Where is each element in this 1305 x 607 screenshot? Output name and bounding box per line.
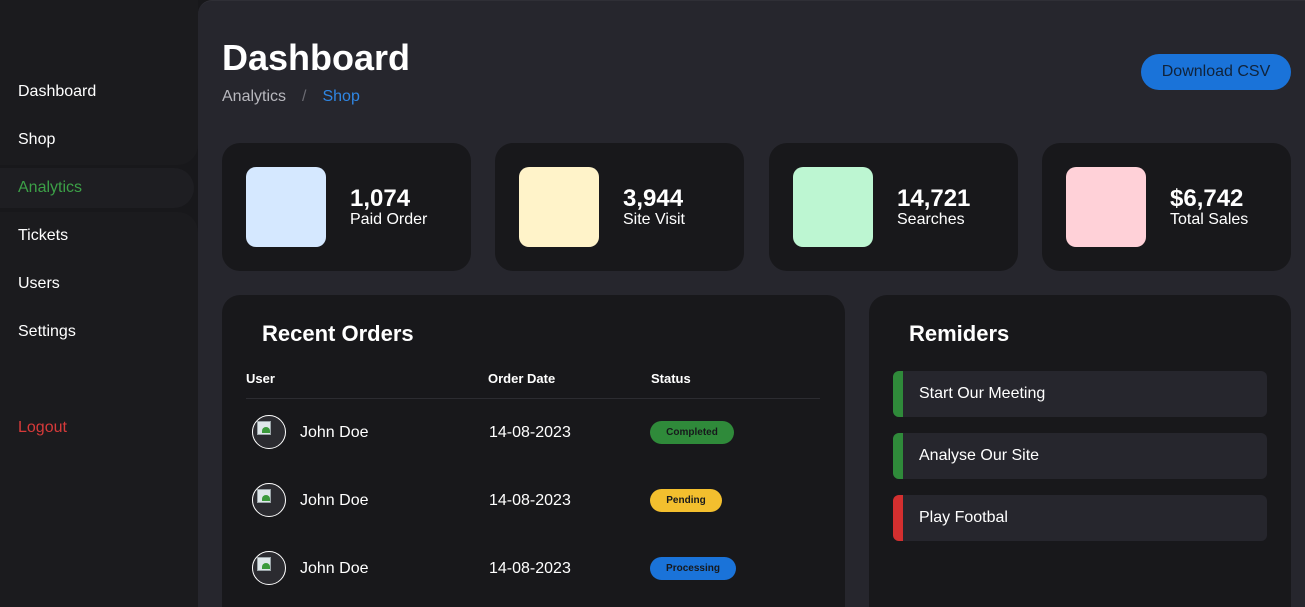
stat-card-site-visit: 3,944 Site Visit [495, 143, 744, 271]
status-badge: Processing [650, 557, 736, 580]
order-date: 14-08-2023 [489, 560, 571, 577]
recent-orders-panel: Recent Orders User Order Date Status Joh… [222, 295, 845, 607]
reminder-color-bar [893, 371, 903, 417]
table-row[interactable]: John Doe 14-08-2023 Completed [222, 415, 845, 475]
reminders-title: Remiders [909, 321, 1010, 346]
reminder-text: Play Footbal [919, 509, 1008, 526]
stat-card-searches: 14,721 Searches [769, 143, 1018, 271]
sidebar-item-analytics[interactable]: Analytics [0, 168, 194, 208]
avatar [252, 551, 286, 585]
stat-swatch [519, 167, 599, 247]
avatar [252, 483, 286, 517]
recent-orders-title: Recent Orders [262, 321, 414, 346]
page-title: Dashboard [222, 37, 411, 78]
column-header-order-date: Order Date [488, 371, 556, 386]
breadcrumb: Analytics / Shop [222, 88, 360, 106]
table-row[interactable]: John Doe 14-08-2023 Pending [222, 483, 845, 543]
sidebar-item-label: Settings [18, 323, 76, 340]
sidebar-item-shop[interactable]: Shop [0, 120, 198, 160]
reminders-panel: Remiders Start Our Meeting Analyse Our S… [869, 295, 1291, 607]
sidebar-item-label: Shop [18, 131, 56, 148]
table-divider [246, 398, 820, 399]
sidebar-item-label: Analytics [18, 179, 83, 196]
main-content: Dashboard Analytics / Shop Download CSV … [198, 0, 1305, 607]
sidebar-item-settings[interactable]: Settings [0, 312, 198, 352]
status-badge: Completed [650, 421, 734, 444]
stat-card-paid-order: 1,074 Paid Order [222, 143, 471, 271]
breadcrumb-analytics[interactable]: Analytics [222, 88, 286, 106]
reminder-item[interactable]: Start Our Meeting [893, 371, 1267, 417]
avatar [252, 415, 286, 449]
stat-value: 1,074 [350, 185, 411, 212]
sidebar-item-users[interactable]: Users [0, 264, 198, 304]
stat-card-total-sales: $6,742 Total Sales [1042, 143, 1291, 271]
sidebar-item-label: Dashboard [18, 83, 97, 100]
stat-label: Searches [897, 211, 965, 228]
stat-swatch [793, 167, 873, 247]
stat-label: Paid Order [350, 211, 428, 228]
sidebar-item-tickets[interactable]: Tickets [0, 216, 198, 256]
stat-value: 14,721 [897, 185, 971, 212]
stat-swatch [246, 167, 326, 247]
stat-label: Site Visit [623, 211, 685, 228]
user-name: John Doe [300, 424, 369, 441]
user-name: John Doe [300, 560, 369, 577]
logout-label: Logout [18, 419, 67, 436]
reminder-item[interactable]: Play Footbal [893, 495, 1267, 541]
reminder-color-bar [893, 495, 903, 541]
stat-label: Total Sales [1170, 211, 1249, 228]
sidebar-item-dashboard[interactable]: Dashboard [0, 72, 198, 112]
order-date: 14-08-2023 [489, 492, 571, 509]
logout-link[interactable]: Logout [0, 408, 198, 448]
stat-value: $6,742 [1170, 185, 1244, 212]
breadcrumb-shop[interactable]: Shop [322, 88, 359, 106]
reminder-color-bar [893, 433, 903, 479]
stat-swatch [1066, 167, 1146, 247]
status-badge: Pending [650, 489, 722, 512]
reminder-text: Analyse Our Site [919, 447, 1040, 464]
sidebar-item-label: Tickets [18, 227, 69, 244]
column-header-user: User [246, 371, 275, 386]
order-date: 14-08-2023 [489, 424, 571, 441]
column-header-status: Status [651, 371, 691, 386]
table-row[interactable]: John Doe 14-08-2023 Processing [222, 551, 845, 607]
sidebar-item-label: Users [18, 275, 60, 292]
user-name: John Doe [300, 492, 369, 509]
reminder-item[interactable]: Analyse Our Site [893, 433, 1267, 479]
breadcrumb-separator: / [302, 88, 307, 105]
download-csv-button[interactable]: Download CSV [1141, 54, 1291, 90]
reminder-text: Start Our Meeting [919, 385, 1046, 402]
sidebar: Dashboard Shop Analytics Tickets Users S… [0, 0, 200, 607]
stat-value: 3,944 [623, 185, 684, 212]
